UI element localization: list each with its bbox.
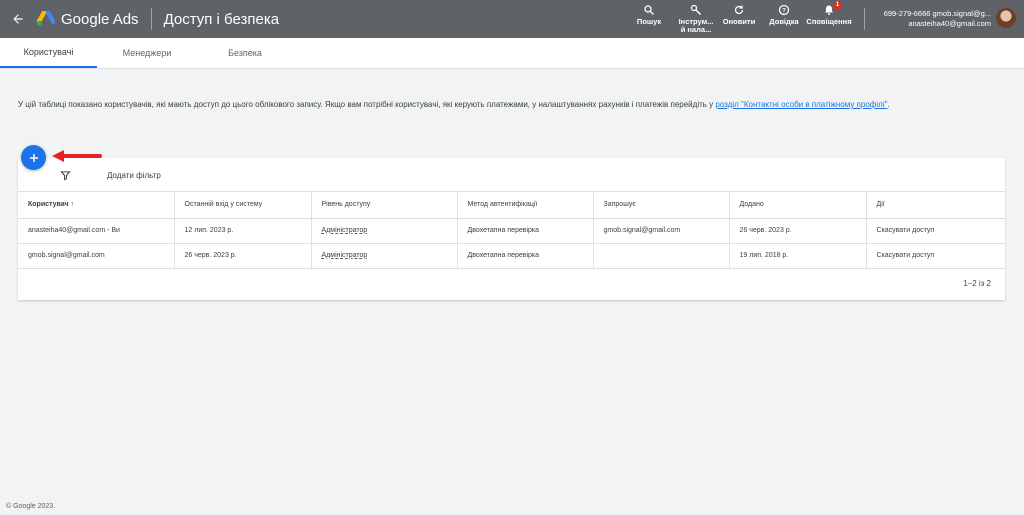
billing-contacts-link[interactable]: розділ "Контактні особи в платіжному про… (715, 100, 887, 109)
top-app-bar: Google Ads Доступ і безпека Пошук Інстру… (0, 0, 1024, 38)
column-header-actions: Дії (866, 192, 1005, 219)
table-header-row: Користувач ↑ Останній вхід у систему Рів… (18, 192, 1005, 219)
users-table-card: Додати фільтр Користувач ↑ Останній вхід… (18, 158, 1005, 300)
svg-text:?: ? (782, 8, 786, 14)
header-divider (150, 8, 152, 30)
tabs-bar: Користувачі Менеджери Безпека (0, 38, 1024, 69)
info-text: У цій таблиці показано користувачів, які… (18, 99, 988, 111)
brand-name: Google Ads (61, 10, 139, 28)
access-level-dropdown[interactable]: Адміністратор (322, 252, 368, 259)
revoke-access-button[interactable]: Скасувати доступ (877, 252, 935, 259)
back-arrow-icon[interactable] (7, 8, 29, 30)
tab-security[interactable]: Безпека (197, 38, 293, 68)
arrow-up-icon: ↑ (70, 201, 74, 209)
help-icon: ? (778, 4, 790, 16)
pagination-info: 1–2 із 2 (963, 279, 991, 288)
avatar[interactable] (996, 8, 1016, 28)
column-header-access-level[interactable]: Рівень доступу (311, 192, 458, 219)
cell-actions: Скасувати доступ (866, 243, 1005, 269)
cell-access-level: Адміністратор (311, 243, 458, 269)
notifications-button[interactable]: 1 Сповіщення (804, 0, 854, 38)
column-header-user-label: Користувач (28, 201, 69, 209)
table-row: anasteiha40@gmail.com - Ви 12 лип. 2023 … (18, 218, 1005, 244)
page-title: Доступ і безпека (163, 10, 280, 28)
account-email: anasteiha40@gmail.com (908, 19, 991, 28)
column-header-invited-by[interactable]: Запрошує (593, 192, 730, 219)
cell-last-login: 26 черв. 2023 р. (174, 243, 312, 269)
cell-added: 19 лип. 2018 р. (729, 243, 867, 269)
notifications-label: Сповіщення (806, 17, 852, 26)
info-text-body: У цій таблиці показано користувачів, які… (18, 100, 716, 109)
notification-badge: 1 (833, 1, 842, 10)
footer-copyright: © Google 2023. (6, 503, 56, 510)
add-filter-button[interactable]: Додати фільтр (107, 171, 161, 180)
refresh-button[interactable]: Оновити (721, 0, 757, 38)
search-icon (644, 5, 654, 15)
tools-settings-button[interactable]: Інструм... й нала... (676, 0, 716, 38)
cell-invited-by (593, 243, 730, 269)
refresh-icon (734, 5, 744, 15)
tab-users[interactable]: Користувачі (0, 38, 97, 68)
column-header-user[interactable]: Користувач ↑ (18, 192, 175, 219)
add-user-button[interactable] (21, 145, 46, 170)
cell-access-level: Адміністратор (311, 218, 458, 244)
column-header-last-login[interactable]: Останній вхід у систему (174, 192, 312, 219)
account-id: 699-279-6666 gmob.signal@g... (883, 9, 991, 18)
search-label: Пошук (636, 17, 662, 26)
google-ads-logo[interactable]: Google Ads (37, 11, 139, 28)
cell-actions: Скасувати доступ (866, 218, 1005, 244)
annotation-arrow (52, 150, 102, 162)
plus-icon (29, 153, 38, 162)
help-label: Довідка (769, 17, 799, 26)
tools-label-line2: й нала... (680, 25, 712, 34)
filter-bar: Додати фільтр (18, 158, 1005, 192)
cell-auth-method: Двохетапна перевірка (457, 218, 594, 244)
search-button[interactable]: Пошук (636, 0, 662, 38)
table-row: gmob.signal@gmail.com 26 черв. 2023 р. А… (18, 243, 1005, 269)
refresh-label: Оновити (722, 17, 756, 26)
cell-last-login: 12 лип. 2023 р. (174, 218, 312, 244)
help-button[interactable]: ? Довідка (766, 0, 802, 38)
toolbar-divider (864, 8, 865, 30)
column-header-added[interactable]: Додано (729, 192, 867, 219)
info-text-suffix: . (887, 100, 890, 109)
account-info[interactable]: 699-279-6666 gmob.signal@g... anasteiha4… (871, 9, 991, 29)
revoke-access-button[interactable]: Скасувати доступ (877, 227, 935, 234)
google-ads-logo-icon (37, 11, 55, 26)
wrench-icon (690, 4, 702, 16)
filter-icon[interactable] (60, 170, 71, 181)
cell-added: 26 черв. 2023 р. (729, 218, 867, 244)
access-level-dropdown[interactable]: Адміністратор (322, 227, 368, 234)
users-table: Користувач ↑ Останній вхід у систему Рів… (18, 192, 1005, 269)
column-header-auth-method[interactable]: Метод автентифікації (457, 192, 594, 219)
tab-managers[interactable]: Менеджери (97, 38, 197, 68)
cell-user: anasteiha40@gmail.com - Ви (18, 218, 175, 244)
cell-invited-by: gmob.signal@gmail.com (593, 218, 730, 244)
cell-user: gmob.signal@gmail.com (18, 243, 175, 269)
cell-auth-method: Двохетапна перевірка (457, 243, 594, 269)
